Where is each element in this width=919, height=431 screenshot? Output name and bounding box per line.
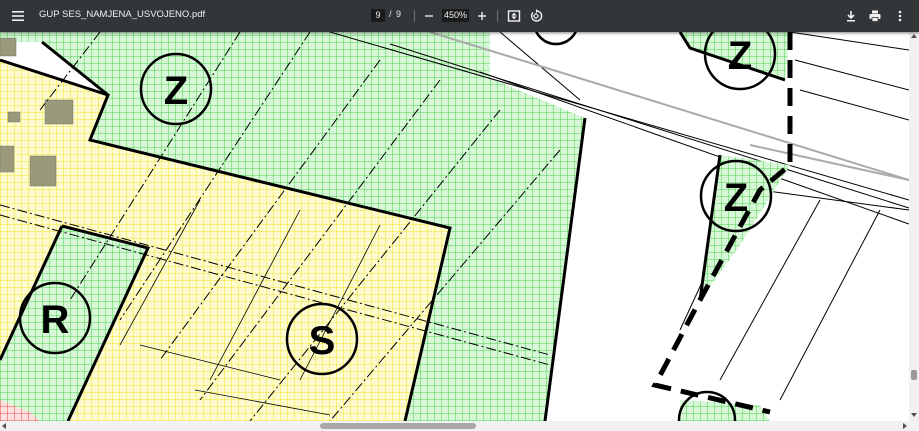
more-vert-icon[interactable] — [892, 8, 908, 24]
zone-letter-z1: Z — [164, 69, 188, 113]
zoom-level-input[interactable]: 450% — [442, 9, 469, 22]
download-icon[interactable] — [843, 8, 859, 24]
print-icon[interactable] — [867, 8, 883, 24]
toolbar-divider — [414, 10, 415, 22]
fit-page-icon[interactable] — [506, 8, 522, 24]
scroll-right-arrow-icon[interactable] — [903, 423, 907, 429]
rotate-icon[interactable] — [528, 8, 544, 24]
vertical-scrollbar[interactable] — [909, 32, 919, 421]
total-pages: 9 — [396, 9, 402, 19]
menu-icon[interactable] — [10, 8, 26, 24]
pdf-page-viewport[interactable]: Z Z Z R S — [0, 32, 909, 421]
plus-icon[interactable] — [474, 8, 490, 24]
page-number-input[interactable]: 9 — [371, 9, 385, 22]
document-title: GUP SES_NAMJENA_USVOJENO.pdf — [39, 9, 206, 20]
page-separator: / — [389, 9, 392, 19]
zone-letter-z3: Z — [724, 176, 748, 220]
toolbar-divider — [497, 10, 498, 22]
scroll-down-arrow-icon[interactable] — [911, 413, 917, 417]
scroll-left-arrow-icon[interactable] — [2, 423, 6, 429]
horizontal-scroll-thumb[interactable] — [320, 423, 476, 429]
vertical-scroll-thumb[interactable] — [911, 370, 917, 380]
zone-letter-r: R — [41, 298, 70, 342]
scroll-up-arrow-icon[interactable] — [911, 34, 917, 38]
zone-letter-s: S — [309, 319, 336, 363]
minus-icon[interactable] — [421, 8, 437, 24]
pdf-toolbar: GUP SES_NAMJENA_USVOJENO.pdf 9 / 9 450% — [0, 0, 919, 32]
map-canvas: Z Z Z R S — [0, 32, 909, 421]
horizontal-scrollbar[interactable] — [0, 421, 919, 431]
zone-letter-z2: Z — [728, 34, 752, 78]
